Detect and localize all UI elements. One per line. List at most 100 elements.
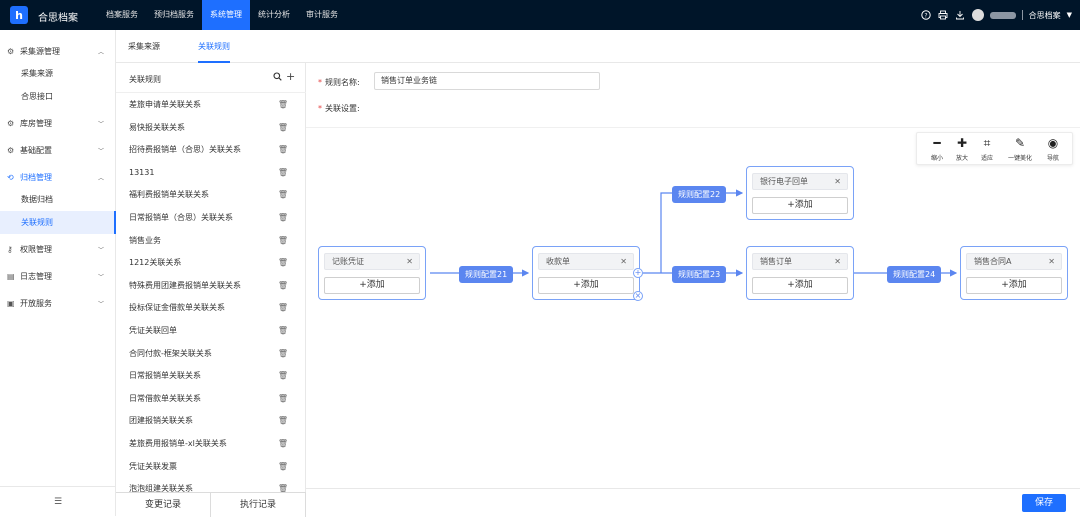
- sidebar-group-basic-config[interactable]: ⚙ 基础配置 ﹀: [0, 137, 116, 163]
- rule-list-item[interactable]: 特殊费用团建费报销单关联关系 🗑: [116, 275, 305, 298]
- rule-list-item[interactable]: 合同付款-框架关联关系 🗑: [116, 343, 305, 366]
- close-icon[interactable]: ✕: [1048, 254, 1055, 269]
- org-name[interactable]: 合思档案: [1029, 10, 1061, 21]
- rule-list-item[interactable]: 福利费报销单关联关系 🗑: [116, 184, 305, 207]
- rule-list-item[interactable]: 凭证关联回单 🗑: [116, 320, 305, 343]
- rule-list-item[interactable]: 销售业务 🗑: [116, 230, 305, 253]
- fit-view-label: 适应: [980, 155, 993, 162]
- navigator-button[interactable]: ◉ 导航: [1041, 136, 1065, 162]
- flow-node[interactable]: 记账凭证 ✕ +添加: [318, 246, 426, 300]
- rule-config-label[interactable]: 规则配置23: [672, 266, 727, 283]
- delete-icon[interactable]: 🗑: [278, 207, 288, 230]
- rule-name-input[interactable]: 销售订单业务链: [374, 72, 600, 90]
- node-chip: 记账凭证 ✕: [324, 253, 420, 270]
- sidebar-group-logs[interactable]: ▤ 日志管理 ﹀: [0, 263, 116, 289]
- remove-branch-icon[interactable]: ×: [633, 291, 643, 301]
- rule-list-item[interactable]: 团建报销关联关系 🗑: [116, 410, 305, 433]
- nav-pre-archive[interactable]: 预归档服务: [146, 0, 202, 30]
- rule-list-item[interactable]: 日常报销单（合思）关联关系 🗑: [116, 207, 305, 230]
- rule-config-label[interactable]: 规则配置21: [459, 266, 514, 283]
- delete-icon[interactable]: 🗑: [278, 275, 288, 298]
- chevron-down-icon: ﹀: [97, 300, 104, 308]
- save-button[interactable]: 保存: [1022, 494, 1066, 512]
- sidebar-item-association-rules[interactable]: 关联规则: [0, 211, 116, 234]
- rule-config-label[interactable]: 规则配置22: [672, 186, 727, 203]
- rule-list-item[interactable]: 差旅申请单关联关系 🗑: [116, 94, 305, 117]
- sidebar-group-open-service[interactable]: ▣ 开放服务 ﹀: [0, 290, 116, 316]
- rule-config-label[interactable]: 规则配置24: [887, 266, 942, 283]
- nav-audit[interactable]: 审计服务: [298, 0, 346, 30]
- flow-node[interactable]: 销售订单 ✕ +添加: [746, 246, 854, 300]
- sidebar-collapse-button[interactable]: ☰: [0, 486, 116, 516]
- archive-icon: ⟲: [7, 172, 14, 182]
- add-button[interactable]: +添加: [752, 197, 848, 214]
- sidebar-group-warehouse[interactable]: ⚙ 库房管理 ﹀: [0, 110, 116, 136]
- rule-list-title: 关联规则: [129, 75, 161, 84]
- delete-icon[interactable]: 🗑: [278, 433, 288, 456]
- rule-list-item[interactable]: 日常报销单关联关系 🗑: [116, 365, 305, 388]
- caret-down-icon[interactable]: ▼: [1067, 11, 1072, 19]
- fit-view-button[interactable]: ⌗ 适应: [975, 136, 999, 162]
- delete-icon[interactable]: 🗑: [278, 117, 288, 140]
- close-icon[interactable]: ✕: [834, 254, 841, 269]
- change-log-button[interactable]: 变更记录: [116, 493, 211, 517]
- nav-archive-service[interactable]: 档案服务: [98, 0, 146, 30]
- close-icon[interactable]: ✕: [834, 174, 841, 189]
- add-button[interactable]: +添加: [324, 277, 420, 294]
- delete-icon[interactable]: 🗑: [278, 252, 288, 275]
- auto-beautify-button[interactable]: ✎ 一键美化: [1003, 136, 1037, 162]
- rule-list-item[interactable]: 差旅费用报销单-xl关联关系 🗑: [116, 433, 305, 456]
- nav-statistics[interactable]: 统计分析: [250, 0, 298, 30]
- zoom-out-button[interactable]: ━ 缩小: [925, 136, 949, 162]
- node-chip-label: 记账凭证: [332, 257, 364, 266]
- delete-icon[interactable]: 🗑: [278, 410, 288, 433]
- flow-node[interactable]: 收款单 ✕ +添加: [532, 246, 640, 300]
- sidebar-group-permissions[interactable]: ⚷ 权限管理 ﹀: [0, 236, 116, 262]
- delete-icon[interactable]: 🗑: [278, 184, 288, 207]
- app-logo[interactable]: h: [10, 6, 28, 24]
- delete-icon[interactable]: 🗑: [278, 94, 288, 117]
- sidebar-item-collection-source[interactable]: 采集来源: [0, 62, 116, 85]
- delete-icon[interactable]: 🗑: [278, 297, 288, 320]
- close-icon[interactable]: ✕: [620, 254, 627, 269]
- rule-list-item[interactable]: 1212关联关系 🗑: [116, 252, 305, 275]
- rule-list-item[interactable]: 易快报关联关系 🗑: [116, 117, 305, 140]
- zoom-in-button[interactable]: ✚ 放大: [950, 136, 974, 162]
- rule-list-item-label: 1212关联关系: [129, 258, 182, 268]
- add-button[interactable]: +添加: [538, 277, 634, 294]
- add-button[interactable]: +添加: [966, 277, 1062, 294]
- download-icon[interactable]: [955, 10, 966, 21]
- help-icon[interactable]: ?: [921, 10, 932, 21]
- flow-node[interactable]: 销售合同A ✕ +添加: [960, 246, 1068, 300]
- delete-icon[interactable]: 🗑: [278, 388, 288, 411]
- add-branch-icon[interactable]: +: [633, 268, 643, 278]
- delete-icon[interactable]: 🗑: [278, 320, 288, 343]
- nav-system-management[interactable]: 系统管理: [202, 0, 250, 30]
- sidebar-item-data-archive[interactable]: 数据归档: [0, 188, 116, 211]
- flow-node[interactable]: 银行电子回单 ✕ +添加: [746, 166, 854, 220]
- delete-icon[interactable]: 🗑: [278, 162, 288, 185]
- add-icon[interactable]: +: [286, 70, 295, 83]
- rule-list-item[interactable]: 招待费报销单（合思）关联关系 🗑: [116, 139, 305, 162]
- sidebar-item-hesi-interface[interactable]: 合思接口: [0, 85, 116, 108]
- rule-list-item[interactable]: 13131 🗑: [116, 162, 305, 185]
- rule-list-item[interactable]: 日常借款单关联关系 🗑: [116, 388, 305, 411]
- delete-icon[interactable]: 🗑: [278, 230, 288, 253]
- delete-icon[interactable]: 🗑: [278, 343, 288, 366]
- tab-association-rules[interactable]: 关联规则: [198, 30, 230, 63]
- rule-list-item[interactable]: 凭证关联发票 🗑: [116, 456, 305, 479]
- print-icon[interactable]: [938, 10, 949, 21]
- avatar[interactable]: [971, 9, 984, 21]
- tab-collection-source[interactable]: 采集来源: [128, 30, 160, 63]
- delete-icon[interactable]: 🗑: [278, 456, 288, 479]
- search-icon[interactable]: [273, 72, 282, 84]
- add-button[interactable]: +添加: [752, 277, 848, 294]
- delete-icon[interactable]: 🗑: [278, 139, 288, 162]
- sidebar-group-collection[interactable]: ⚙ 采集源管理 ︿: [0, 38, 116, 64]
- delete-icon[interactable]: 🗑: [278, 365, 288, 388]
- flow-canvas[interactable]: ━ 缩小 ✚ 放大 ⌗ 适应 ✎ 一键美化 ◉ 导航 记账凭证 ✕ +添加 收款单 ✕ +添加…: [306, 127, 1080, 488]
- close-icon[interactable]: ✕: [406, 254, 413, 269]
- rule-list-item[interactable]: 投标保证金借款单关联关系 🗑: [116, 297, 305, 320]
- sidebar-group-archive-management[interactable]: ⟲ 归档管理 ︿: [0, 164, 116, 190]
- execution-log-button[interactable]: 执行记录: [211, 493, 306, 517]
